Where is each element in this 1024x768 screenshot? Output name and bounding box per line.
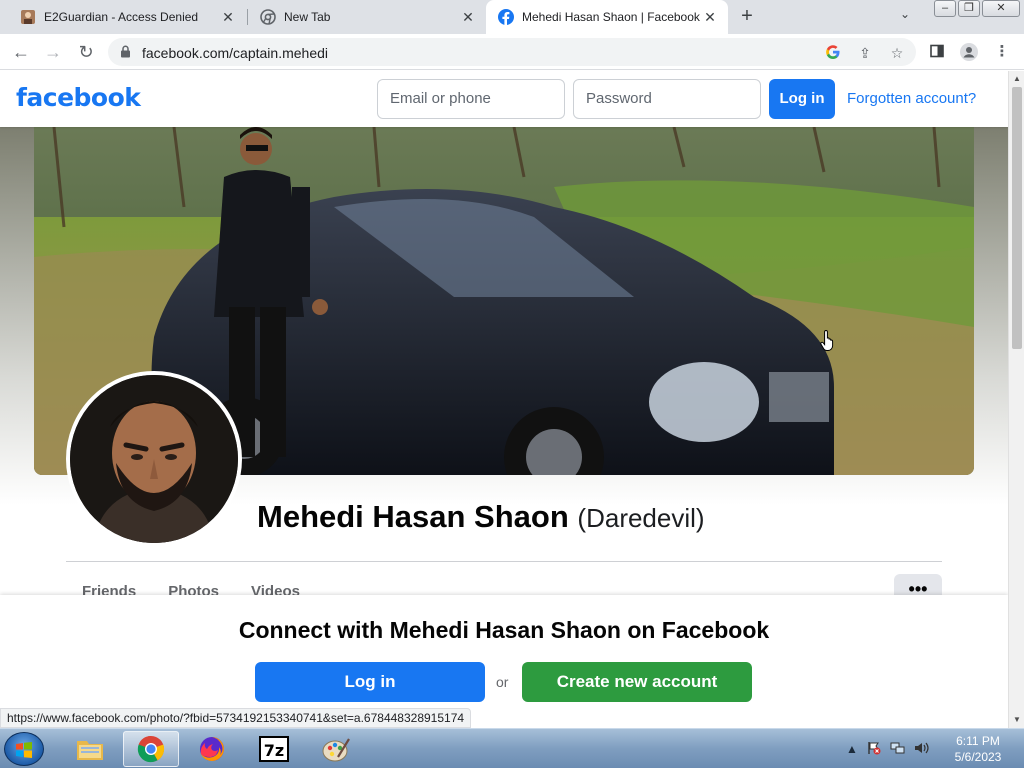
browser-toolbar: ← → ↻ facebook.com/captain.mehedi ⇪ ☆ ⋮ xyxy=(0,34,1024,70)
profile-divider xyxy=(66,561,942,562)
profile-alternate-name: (Daredevil) xyxy=(577,503,705,533)
windows-taskbar: 7z ▲ 6:11 PM 5/6/2023 xyxy=(0,728,1024,768)
bookmark-star-icon[interactable]: ☆ xyxy=(888,44,906,62)
header-login-button[interactable]: Log in xyxy=(769,79,835,119)
back-icon[interactable]: ← xyxy=(10,41,32,63)
facebook-favicon-icon xyxy=(498,9,514,25)
screen: E2Guardian - Access Denied ✕ New Tab ✕ M… xyxy=(0,0,1024,768)
taskbar-clock[interactable]: 6:11 PM 5/6/2023 xyxy=(940,733,1016,765)
hand-cursor-icon xyxy=(820,329,838,356)
page-scrollbar[interactable]: ▲ ▼ xyxy=(1008,71,1024,728)
action-center-flag-icon[interactable] xyxy=(866,741,882,757)
lock-icon xyxy=(120,45,131,58)
scrollbar-thumb[interactable] xyxy=(1012,87,1022,349)
browser-tab-strip: E2Guardian - Access Denied ✕ New Tab ✕ M… xyxy=(0,0,1024,34)
profile-avatar[interactable] xyxy=(66,371,242,547)
tab-facebook[interactable]: Mehedi Hasan Shaon | Facebook ✕ xyxy=(486,0,728,34)
link-status-bar: https://www.facebook.com/photo/?fbid=573… xyxy=(0,708,472,728)
window-controls: – ❐ ✕ xyxy=(934,0,1020,17)
or-separator: or xyxy=(496,674,509,690)
e2guardian-favicon-icon xyxy=(20,9,36,25)
system-tray: ▲ 6:11 PM 5/6/2023 xyxy=(840,729,1024,768)
banner-login-button[interactable]: Log in xyxy=(255,662,485,702)
forward-icon[interactable]: → xyxy=(42,41,64,63)
profile-avatar-icon[interactable] xyxy=(960,43,978,61)
facebook-page: facebook Email or phone Password Log in … xyxy=(0,71,1008,728)
tab-title: New Tab xyxy=(284,10,331,24)
share-icon[interactable]: ⇪ xyxy=(856,44,874,62)
show-hidden-icons-icon[interactable]: ▲ xyxy=(844,741,860,757)
tab-e2guardian[interactable]: E2Guardian - Access Denied ✕ xyxy=(0,0,246,34)
firefox-taskbar-icon[interactable] xyxy=(184,731,240,767)
minimize-icon[interactable]: – xyxy=(934,0,956,17)
address-bar[interactable]: facebook.com/captain.mehedi ⇪ ☆ xyxy=(108,38,916,66)
start-button[interactable] xyxy=(4,732,44,766)
clock-date: 5/6/2023 xyxy=(954,750,1002,764)
reload-icon[interactable]: ↻ xyxy=(75,41,97,63)
volume-icon[interactable] xyxy=(914,741,930,757)
network-icon[interactable] xyxy=(890,741,906,757)
chrome-favicon-icon xyxy=(260,9,276,25)
clock-time: 6:11 PM xyxy=(956,734,1000,748)
close-window-icon[interactable]: ✕ xyxy=(982,0,1020,17)
google-lens-icon[interactable] xyxy=(824,44,842,62)
url-text: facebook.com/captain.mehedi xyxy=(142,45,328,61)
explorer-taskbar-icon[interactable] xyxy=(62,731,118,767)
tab-search-chevron-icon[interactable]: ⌄ xyxy=(896,7,914,25)
restore-icon[interactable]: ❐ xyxy=(958,0,980,17)
new-tab-icon[interactable]: + xyxy=(736,6,758,28)
facebook-logo[interactable]: facebook xyxy=(16,83,141,112)
profile-full-name: Mehedi Hasan Shaon xyxy=(257,499,569,534)
tab-new-tab[interactable]: New Tab ✕ xyxy=(240,0,486,34)
close-tab-icon[interactable]: ✕ xyxy=(460,9,476,25)
tab-title: E2Guardian - Access Denied xyxy=(44,10,199,24)
facebook-header: facebook Email or phone Password Log in … xyxy=(0,71,1008,127)
password-field[interactable]: Password xyxy=(573,79,761,119)
scroll-down-icon[interactable]: ▼ xyxy=(1009,713,1024,727)
profile-name: Mehedi Hasan Shaon (Daredevil) xyxy=(257,499,705,535)
close-tab-icon[interactable]: ✕ xyxy=(702,9,718,25)
chrome-taskbar-icon[interactable] xyxy=(123,731,179,767)
create-new-account-button[interactable]: Create new account xyxy=(522,662,752,702)
chrome-menu-icon[interactable]: ⋮ xyxy=(993,43,1011,61)
side-panel-icon[interactable] xyxy=(928,43,946,61)
forgotten-account-link[interactable]: Forgotten account? xyxy=(847,90,976,107)
tab-title: Mehedi Hasan Shaon | Facebook xyxy=(522,10,700,24)
connect-title: Connect with Mehedi Hasan Shaon on Faceb… xyxy=(238,617,770,643)
paint-taskbar-icon[interactable] xyxy=(308,731,364,767)
email-or-phone-field[interactable]: Email or phone xyxy=(377,79,565,119)
close-tab-icon[interactable]: ✕ xyxy=(220,9,236,25)
scroll-up-icon[interactable]: ▲ xyxy=(1009,72,1024,86)
svg-text:7z: 7z xyxy=(264,741,284,760)
windows-logo-icon xyxy=(16,742,32,758)
7zip-taskbar-icon[interactable]: 7z xyxy=(246,731,302,767)
